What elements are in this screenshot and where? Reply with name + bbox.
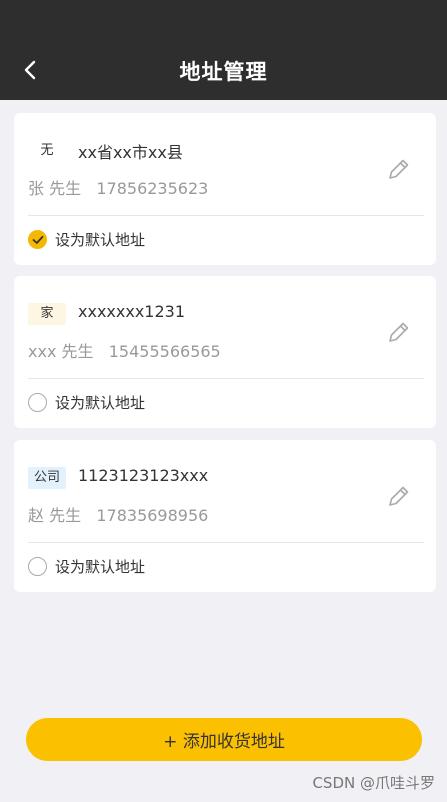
set-default-label: 设为默认地址 (55, 231, 146, 249)
divider (28, 215, 424, 216)
address-card[interactable]: 家 xxxxxxx1231 xxx 先生 15455566565 设为默认地址 (14, 276, 436, 428)
unchecked-radio-icon[interactable] (28, 557, 47, 576)
watermark: CSDN @爪哇斗罗 (312, 774, 435, 792)
address-text: xx省xx市xx县 (78, 143, 183, 162)
address-text: xxxxxxx1231 (78, 302, 185, 321)
set-default-toggle[interactable]: 设为默认地址 (28, 556, 145, 577)
address-text: 1123123123xxx (78, 466, 209, 485)
pencil-icon (389, 159, 409, 179)
set-default-toggle[interactable]: 设为默认地址 (28, 229, 145, 250)
pencil-icon (389, 322, 409, 342)
set-default-toggle[interactable]: 设为默认地址 (28, 392, 145, 413)
page-title: 地址管理 (179, 60, 268, 84)
unchecked-radio-icon[interactable] (28, 393, 47, 412)
address-tag: 无 (40, 143, 54, 158)
edit-button[interactable] (386, 483, 412, 509)
divider (28, 378, 424, 379)
checked-radio-icon[interactable] (28, 230, 47, 249)
pencil-icon (389, 486, 409, 506)
contact-info: 张 先生 17856235623 (28, 179, 209, 198)
contact-info: xxx 先生 15455566565 (28, 342, 221, 361)
edit-button[interactable] (386, 319, 412, 345)
set-default-label: 设为默认地址 (55, 558, 146, 576)
app-header: 地址管理 (0, 0, 447, 100)
set-default-label: 设为默认地址 (55, 394, 146, 412)
address-card[interactable]: 公司 1123123123xxx 赵 先生 17835698956 设为默认地址 (14, 440, 436, 592)
contact-info: 赵 先生 17835698956 (28, 506, 209, 525)
add-address-button[interactable]: + 添加收货地址 (26, 718, 422, 761)
edit-button[interactable] (386, 156, 412, 182)
address-tag: 公司 (28, 467, 67, 489)
divider (28, 542, 424, 543)
address-tag: 家 (28, 303, 66, 325)
address-card[interactable]: 无 xx省xx市xx县 张 先生 17856235623 设为默认地址 (14, 113, 436, 265)
